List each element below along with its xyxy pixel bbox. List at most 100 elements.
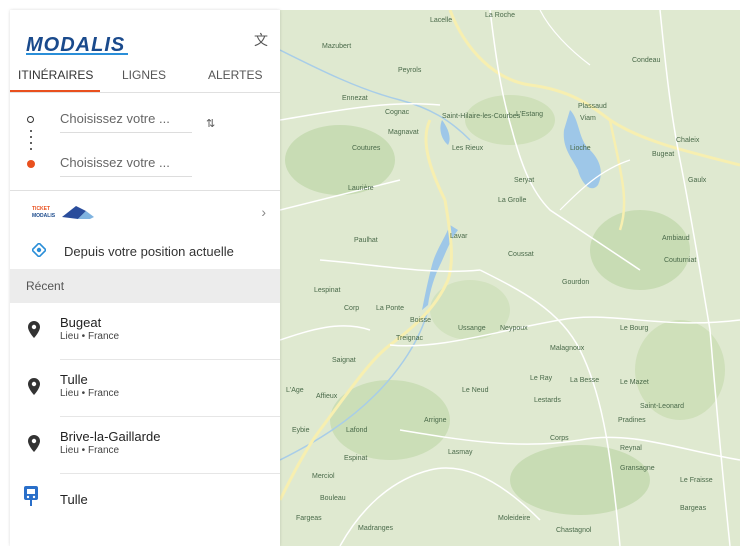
- map-place-label: Fargeas: [296, 515, 322, 522]
- map-place-label: Malagnoux: [550, 345, 585, 352]
- header-bar: MODALIS 文: [10, 10, 280, 60]
- origin-dot-icon: [27, 116, 34, 123]
- logo-underline: [26, 53, 128, 55]
- map-place-label: Affieux: [316, 393, 338, 400]
- map-place-label: Bargeas: [680, 505, 707, 512]
- map-place-label: Le Bourg: [620, 325, 649, 332]
- map-place-label: La Grolle: [498, 197, 527, 204]
- map-place-label: Lestards: [534, 397, 561, 404]
- ticket-modalis-logo: TICKET MODALIS: [32, 206, 94, 219]
- map-place-label: Saignat: [332, 357, 356, 364]
- map-place-label: La Besse: [570, 377, 599, 384]
- tab-itineraires[interactable]: ITINÉRAIRES: [18, 68, 93, 82]
- map-place-label: Coutures: [352, 145, 381, 152]
- recent-item-tulle-stop[interactable]: Tulle: [10, 474, 280, 531]
- recent-item-name: Brive-la-Gaillarde: [60, 429, 161, 444]
- map-place-label: Le Ray: [530, 375, 553, 382]
- map-canvas[interactable]: Lacelle La Roche Mazubert Peyrols Condeau Enn…: [280, 10, 740, 546]
- map-place-label: L'Age: [286, 387, 304, 394]
- map-place-label: Plassaud: [578, 103, 607, 110]
- map-place-label: Cognac: [385, 109, 410, 116]
- svg-text:MODALIS: MODALIS: [32, 213, 56, 219]
- map-place-label: Corps: [550, 435, 569, 442]
- current-position-label: Depuis votre position actuelle: [64, 244, 234, 259]
- recent-item-bugeat[interactable]: Bugeat Lieu • France: [10, 303, 280, 360]
- pin-icon: [28, 435, 40, 452]
- pin-icon: [28, 378, 40, 395]
- recent-item-name: Tulle: [60, 372, 88, 387]
- map-place-label: Pradines: [618, 417, 646, 424]
- map-place-label: Chaleix: [676, 137, 700, 144]
- recent-item-sub: Lieu • France: [60, 445, 120, 456]
- map-place-label: Gransagne: [620, 465, 655, 472]
- ticket-modalis-row[interactable]: TICKET MODALIS ›: [10, 191, 280, 233]
- current-position-row[interactable]: Depuis votre position actuelle: [10, 233, 280, 269]
- map-place-label: Gaulx: [688, 177, 707, 184]
- map-place-label: Lespinat: [314, 287, 341, 294]
- app-window: Lacelle La Roche Mazubert Peyrols Condeau Enn…: [0, 0, 740, 546]
- map-place-label: Espinat: [344, 455, 367, 462]
- map-place-label: Viam: [580, 115, 596, 122]
- map-place-label: Seryat: [514, 177, 534, 184]
- map-place-label: Le Mazet: [620, 379, 649, 386]
- recent-item-brive[interactable]: Brive-la-Gaillarde Lieu • France: [10, 417, 280, 474]
- map-place-label: Reynal: [620, 445, 642, 452]
- map-place-label: Le Neud: [462, 387, 489, 394]
- map-place-label: Arrigne: [424, 417, 447, 424]
- route-dots-icon: [30, 128, 32, 154]
- route-search-box: ⇅: [10, 93, 280, 191]
- map-place-label: Couturniat: [664, 257, 696, 264]
- map-place-label: Ussange: [458, 325, 486, 332]
- map-place-label: Lacelle: [430, 17, 452, 24]
- map-place-label: Magnavat: [388, 129, 419, 136]
- chevron-right-icon: ›: [261, 204, 266, 220]
- recent-item-sub: Lieu • France: [60, 331, 120, 342]
- map-place-label: Bugeat: [652, 151, 674, 158]
- map-view[interactable]: Lacelle La Roche Mazubert Peyrols Condeau Enn…: [280, 10, 740, 546]
- map-place-label: Saint-Hilaire-les-Courbes: [442, 113, 521, 120]
- tab-alertes[interactable]: ALERTES: [208, 68, 262, 82]
- map-place-label: Lioche: [570, 145, 591, 152]
- map-place-label: La Ponte: [376, 305, 404, 312]
- recent-header: Récent: [10, 269, 280, 303]
- map-place-label: Ennezat: [342, 95, 368, 102]
- map-place-label: Coussat: [508, 251, 534, 258]
- origin-input[interactable]: [60, 107, 192, 133]
- active-tab-indicator: [10, 90, 100, 92]
- map-place-label: Merciol: [312, 473, 335, 480]
- destination-input[interactable]: [60, 151, 192, 177]
- sidebar-panel: MODALIS 文 ITINÉRAIRES LIGNES ALERTES ⇅ T…: [10, 10, 280, 546]
- recent-item-tulle[interactable]: Tulle Lieu • France: [10, 360, 280, 417]
- tab-bar: ITINÉRAIRES LIGNES ALERTES: [10, 60, 280, 93]
- pin-icon: [28, 321, 40, 338]
- map-place-label: Chastagnol: [556, 527, 592, 534]
- map-place-label: L'Estang: [516, 111, 543, 118]
- swap-vertical-icon[interactable]: ⇅: [206, 117, 215, 130]
- map-place-label: Les Rieux: [452, 145, 484, 152]
- map-place-label: Treignac: [396, 335, 423, 342]
- svg-text:TICKET: TICKET: [32, 206, 50, 212]
- destination-dot-icon: [27, 160, 35, 168]
- map-place-label: Lasmay: [448, 449, 473, 456]
- map-place-label: Le Fraisse: [680, 477, 713, 484]
- map-place-label: Eybie: [292, 427, 310, 434]
- map-place-label: La Roche: [485, 12, 515, 19]
- tram-stop-icon: [24, 486, 38, 506]
- recent-header-label: Récent: [26, 279, 65, 293]
- map-place-label: Neypoux: [500, 325, 528, 332]
- map-place-label: Condeau: [632, 57, 661, 64]
- map-place-label: Corp: [344, 305, 359, 312]
- map-place-label: Peyrols: [398, 67, 422, 74]
- map-place-label: Lavar: [450, 233, 468, 240]
- translate-icon[interactable]: 文: [254, 30, 268, 50]
- tab-lignes[interactable]: LIGNES: [122, 68, 166, 82]
- recent-item-sub: Lieu • France: [60, 388, 120, 399]
- map-place-label: Ambiaud: [662, 235, 690, 242]
- map-place-label: Lafond: [346, 427, 368, 434]
- recent-item-name: Bugeat: [60, 315, 102, 330]
- map-place-label: Paulhat: [354, 237, 378, 244]
- map-place-label: Laurière: [348, 185, 374, 192]
- map-place-label: Madranges: [358, 525, 394, 532]
- map-place-label: Saint-Leonard: [640, 403, 684, 410]
- map-place-label: Mazubert: [322, 43, 351, 50]
